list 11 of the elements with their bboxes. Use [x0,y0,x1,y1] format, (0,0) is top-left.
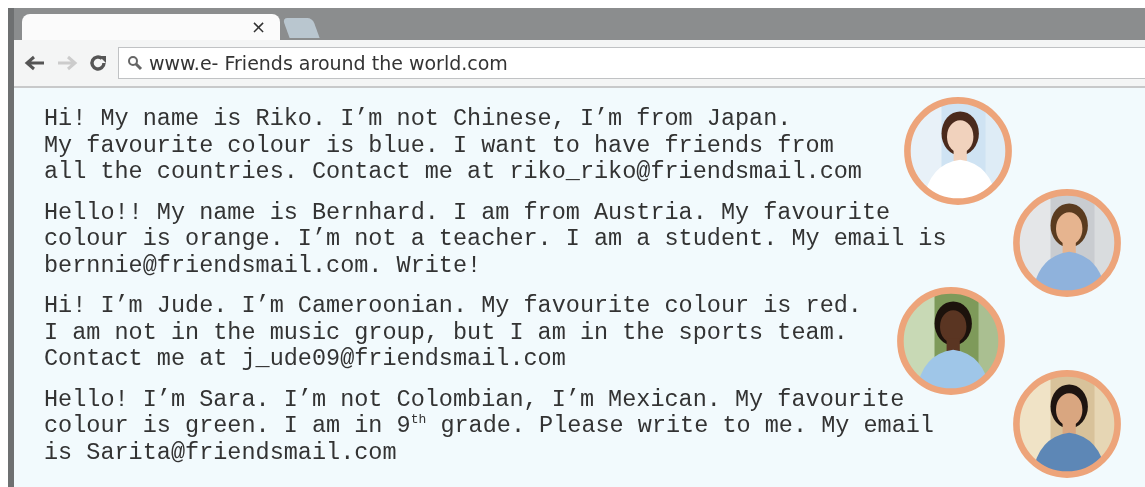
post-text: Hello!! My name is Bernhard. I am from Austria. My favourite colour is orange. I’m not a teacher. I am a student. My email is bernnie@friendsmail.com. Write! [44,199,947,279]
back-icon[interactable] [24,55,46,71]
address-bar[interactable]: www.e- Friends around the world.com [118,47,1145,79]
tab[interactable]: × [22,14,280,40]
reload-icon[interactable] [88,53,108,73]
close-icon[interactable]: × [250,18,266,36]
post-text: Hi! I’m Jude. I’m Cameroonian. My favourite colour is red. I am not in the music group, but I am in the sports team. Contact me at j_ude09@friendsmail.com [44,293,862,373]
url-text: www.e- Friends around the world.com [149,52,508,74]
post-text: Hi! My name is Riko. I’m not Chinese, I’m from Japan. My favourite colour is blue. I want to have friends from all the countries. Contact me at riko_riko@friendsmail.com [44,106,862,186]
search-icon [127,55,143,71]
post-text: Hello! I’m Sara. I’m not Colombian, I’m Mexican. My favourite colour is green. I am in 9$^{th}$ grade. Please write to me. My email is Sarita@friendsmail.com [44,386,934,466]
